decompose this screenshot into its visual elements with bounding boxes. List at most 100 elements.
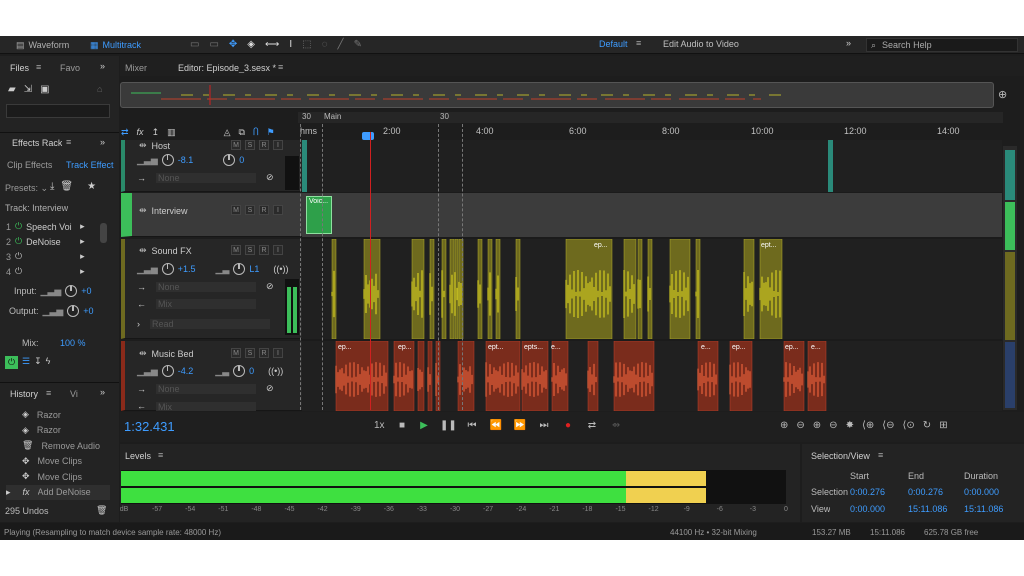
favorite-star-icon[interactable]: ★	[87, 181, 96, 192]
music-clip[interactable]	[417, 340, 425, 412]
files-overflow-icon[interactable]: »	[100, 61, 105, 71]
mix-value[interactable]: 100 %	[60, 338, 86, 348]
apply-icon[interactable]: ↧	[34, 356, 42, 369]
brush-icon[interactable]: ╱	[338, 39, 344, 50]
overflow-chevron-icon[interactable]: »	[846, 38, 851, 48]
tab-clip-effects[interactable]: Clip Effects	[7, 160, 52, 170]
delete-history-icon[interactable]: 🗑	[96, 505, 107, 516]
history-overflow-icon[interactable]: »	[100, 387, 105, 397]
skip-previous-icon[interactable]: ⏮	[464, 418, 480, 434]
effect-slot[interactable]: 3 ⏻ ▸	[6, 249, 108, 264]
music-clip[interactable]	[729, 340, 753, 412]
monitor-button[interactable]: I	[273, 245, 283, 255]
solo-button[interactable]: S	[245, 245, 255, 255]
list-icon[interactable]: ☰	[22, 356, 30, 369]
broadcast-icon[interactable]: ((•))	[273, 264, 288, 274]
interview-clip[interactable]: Voic...	[306, 196, 332, 234]
volume-knob[interactable]	[161, 154, 174, 166]
fast-forward-icon[interactable]: ⏩	[512, 418, 528, 434]
levels-menu-icon[interactable]: ≡	[158, 450, 163, 460]
input-knob[interactable]	[65, 285, 78, 297]
mute-button[interactable]: M	[231, 205, 241, 215]
history-item[interactable]: ✥ Move Clips	[6, 469, 110, 485]
power-on-icon[interactable]: ⏻	[15, 221, 22, 232]
delete-preset-icon[interactable]: 🗑	[60, 181, 73, 192]
sound-fx-clip[interactable]	[565, 238, 613, 340]
selection-view-menu-icon[interactable]: ≡	[878, 450, 883, 460]
tab-history[interactable]: History	[10, 389, 38, 399]
phase-icon[interactable]: ⊘	[266, 383, 274, 394]
track-expand-icon[interactable]: ⇹	[139, 205, 147, 216]
effect-slot[interactable]: 4 ⏻ ▸	[6, 264, 108, 279]
zoom-out-time-icon[interactable]: ⊖	[829, 420, 837, 431]
rack-power-icon[interactable]: ⏻	[5, 356, 18, 369]
effects-scrollbar[interactable]	[100, 223, 107, 243]
play-icon[interactable]: ▶	[416, 418, 432, 434]
volume-knob[interactable]	[161, 263, 174, 275]
history-item[interactable]: ✥ Move Clips	[6, 454, 110, 470]
fx-icon[interactable]: fx	[137, 127, 144, 137]
multitrack-button[interactable]: ▦ Multitrack	[86, 37, 145, 53]
view-duration[interactable]: 15:11.086	[964, 504, 1003, 514]
host-clip[interactable]	[828, 140, 833, 192]
effect-slot[interactable]: 1 ⏻ Speech Voi ▸	[6, 219, 108, 234]
zoom-tracks-icon[interactable]: ⊞	[939, 420, 947, 431]
sound-fx-clip[interactable]	[759, 238, 783, 340]
tab-favorites[interactable]: Favo	[60, 63, 80, 73]
zoom-out-amplitude-icon[interactable]: ⊖	[796, 420, 804, 431]
volume-knob[interactable]	[161, 365, 174, 377]
output-knob[interactable]	[67, 305, 80, 317]
monitor-button[interactable]: I	[273, 140, 283, 150]
lasso-icon[interactable]: ◌	[322, 39, 328, 50]
zoom-out-point-icon[interactable]: ⟨⊖	[882, 420, 894, 431]
view-end[interactable]: 15:11.086	[908, 504, 947, 514]
selection-end[interactable]: 0:00.276	[908, 487, 943, 497]
record-arm-button[interactable]: R	[259, 245, 269, 255]
tab-track-effects[interactable]: Track Effect	[66, 160, 114, 170]
slot-arrow-icon[interactable]: ▸	[80, 251, 85, 262]
import-icon[interactable]: ⇲	[24, 84, 32, 95]
music-clip[interactable]	[807, 340, 827, 412]
rewind-icon[interactable]: ⏪	[488, 418, 504, 434]
monitor-button[interactable]: I	[273, 348, 283, 358]
zoom-in-time-icon[interactable]: ⊕	[813, 420, 821, 431]
move-tool-icon[interactable]: ✥	[229, 39, 237, 50]
workspace-menu-icon[interactable]: ≡	[636, 38, 641, 48]
history-menu-icon[interactable]: ≡	[46, 388, 51, 398]
record-arm-button[interactable]: R	[259, 140, 269, 150]
zoom-full-icon[interactable]: ✸	[846, 420, 854, 431]
solo-button[interactable]: S	[245, 140, 255, 150]
marker-label[interactable]: 30	[440, 112, 449, 121]
tab-video[interactable]: Vi	[70, 389, 78, 399]
zoom-in-point-icon[interactable]: ⟨⊕	[862, 420, 874, 431]
files-menu-icon[interactable]: ≡	[36, 62, 41, 72]
pitch-display-icon[interactable]: ▭	[209, 39, 218, 50]
zoom-navigator-icon[interactable]: ⊕	[998, 88, 1007, 101]
slot-arrow-icon[interactable]: ▸	[80, 221, 85, 232]
session-overview[interactable]	[120, 82, 994, 108]
mute-button[interactable]: M	[231, 348, 241, 358]
zoom-in-amplitude-icon[interactable]: ⊕	[780, 420, 788, 431]
timeline-ruler[interactable]: 30 Main 30 hms 2:00 4:00 6:00 8:00 10:00…	[298, 112, 1003, 140]
skip-next-icon[interactable]: ⏭	[536, 418, 552, 434]
effects-rack-menu-icon[interactable]: ≡	[66, 137, 71, 147]
sound-fx-lane[interactable]: ep... ept...	[302, 238, 1002, 340]
new-file-icon[interactable]: ▣	[40, 84, 49, 95]
stop-icon[interactable]: ■	[394, 418, 410, 434]
open-folder-icon[interactable]: ▰	[8, 84, 16, 95]
marker-icon[interactable]: ⚑	[267, 127, 275, 138]
view-start[interactable]: 0:00.000	[850, 504, 885, 514]
track-expand-icon[interactable]: ⇹	[139, 348, 147, 359]
editor-menu-icon[interactable]: ≡	[278, 62, 283, 72]
selection-duration[interactable]: 0:00.000	[964, 487, 999, 497]
effects-overflow-icon[interactable]: »	[100, 137, 105, 147]
eq-icon[interactable]: ▥	[167, 127, 176, 138]
marker-label[interactable]: Main	[324, 112, 341, 121]
effect-slot[interactable]: 2 ⏻ DeNoise ▸	[6, 234, 108, 249]
lightning-icon[interactable]: ϟ	[46, 356, 51, 369]
host-lane[interactable]	[302, 140, 1002, 192]
zoom-selection-icon[interactable]: ⟨⊙	[903, 420, 915, 431]
workspace-default[interactable]: Default	[599, 39, 628, 49]
pan-knob[interactable]	[223, 154, 236, 166]
marker-label[interactable]: 30	[302, 112, 311, 121]
